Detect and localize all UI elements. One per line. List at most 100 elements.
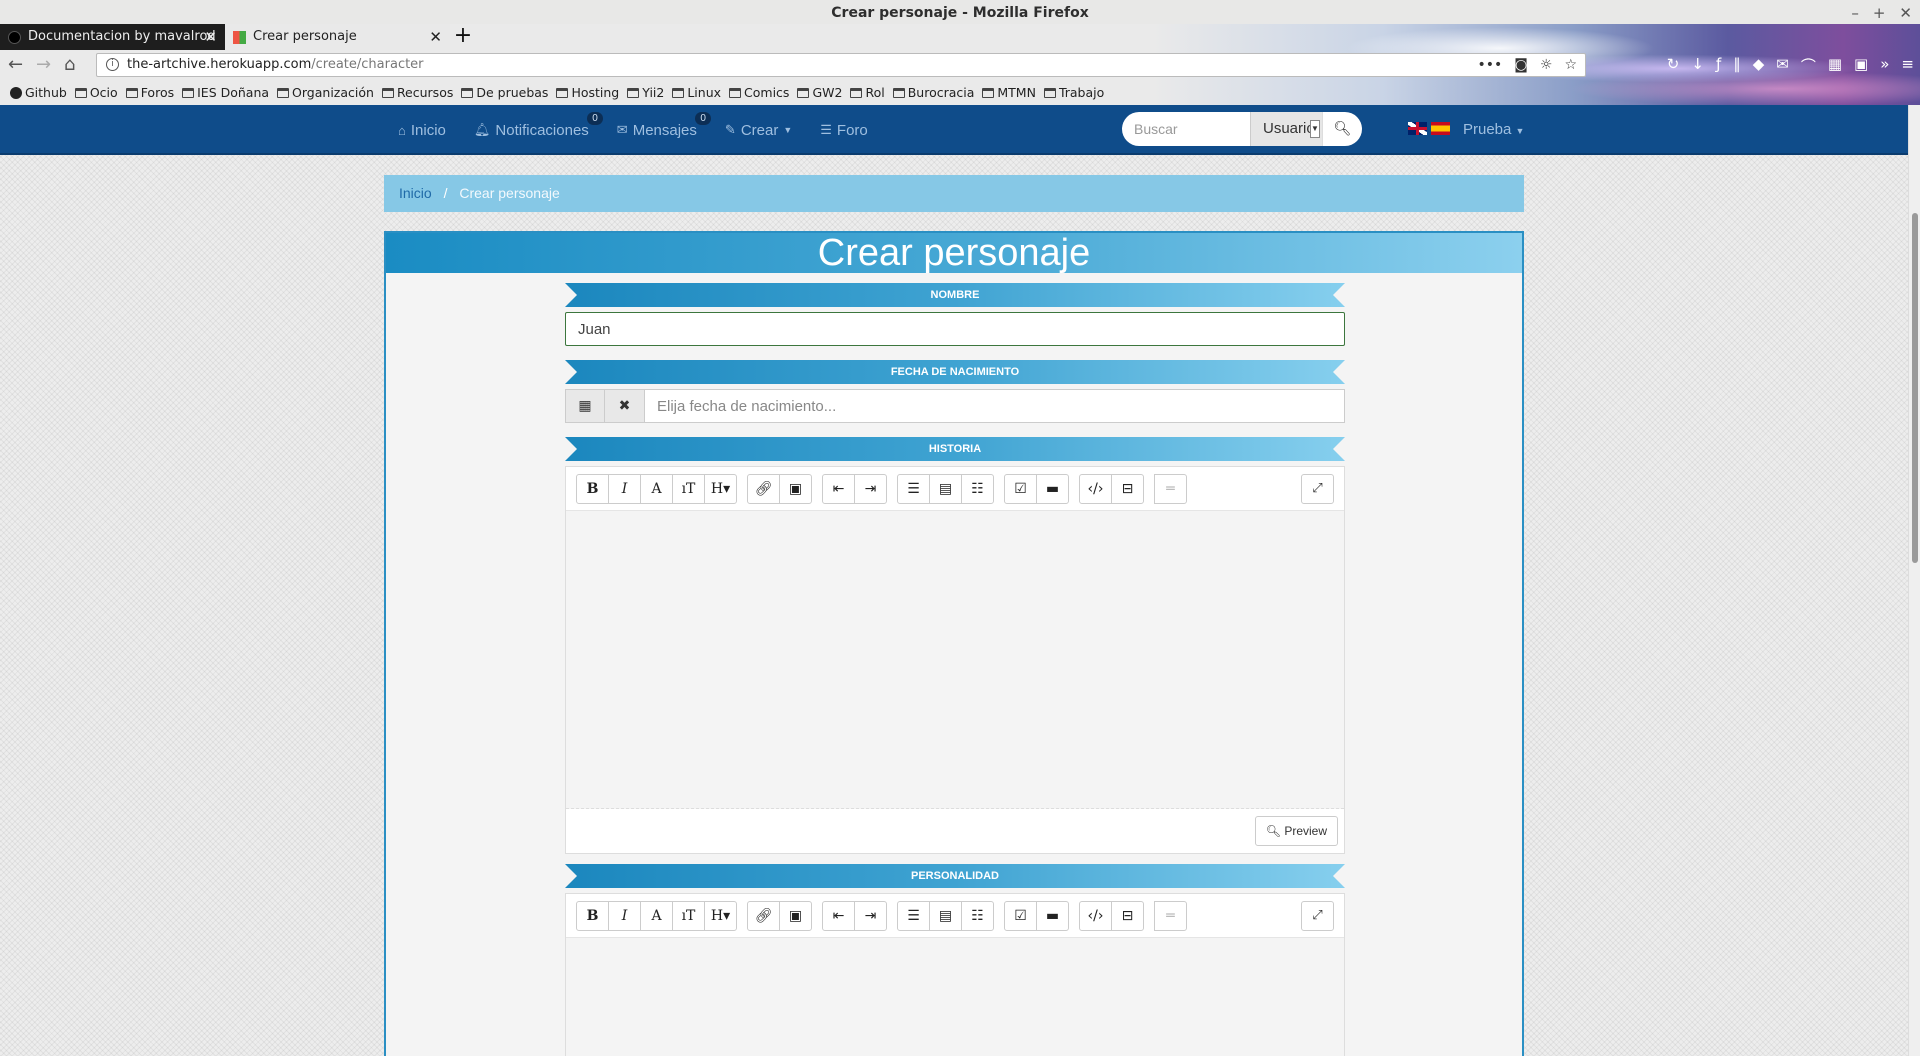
download-icon[interactable]: ↓ bbox=[1691, 55, 1704, 76]
nav-messages[interactable]: ✉ Mensajes 0 bbox=[617, 111, 711, 139]
outdent-icon[interactable]: ⇥ bbox=[854, 901, 887, 931]
back-icon[interactable]: ← bbox=[8, 54, 23, 75]
history-textarea[interactable] bbox=[566, 511, 1344, 809]
tool-icon[interactable]: ƒ bbox=[1716, 55, 1721, 76]
bookmark-item[interactable]: IES Doñana bbox=[182, 85, 269, 100]
font-icon[interactable]: A bbox=[640, 474, 673, 504]
forward-icon[interactable]: → bbox=[36, 54, 51, 75]
hr-icon[interactable]: ═ bbox=[1154, 901, 1187, 931]
checkbox-icon[interactable]: ☑ bbox=[1004, 474, 1037, 504]
clear-date-button[interactable]: ✖ bbox=[605, 389, 645, 423]
image-icon[interactable]: ▣ bbox=[779, 474, 812, 504]
addon-icon[interactable]: ✉ bbox=[1776, 55, 1789, 76]
heading-icon[interactable]: H▾ bbox=[704, 901, 737, 931]
extension-icon[interactable]: ☼ bbox=[1540, 54, 1553, 76]
minimize-icon[interactable]: – bbox=[1851, 0, 1859, 24]
comment-icon[interactable]: ▬ bbox=[1036, 474, 1069, 504]
home-icon[interactable]: ⌂ bbox=[64, 54, 75, 75]
search-scope-select[interactable]: Usuario ▼ bbox=[1250, 112, 1322, 146]
flag-es-icon[interactable] bbox=[1431, 122, 1450, 135]
list-icon[interactable]: ☷ bbox=[961, 901, 994, 931]
italic-icon[interactable]: I bbox=[608, 901, 641, 931]
site-info-icon[interactable]: i bbox=[106, 58, 119, 71]
bookmark-item[interactable]: Rol bbox=[850, 85, 885, 100]
nav-forum[interactable]: ☰ Foro bbox=[820, 122, 868, 139]
numbered-list-icon[interactable]: ▤ bbox=[929, 901, 962, 931]
birthdate-field[interactable] bbox=[645, 389, 1345, 423]
addon4-icon[interactable]: ▣ bbox=[1854, 55, 1868, 76]
url-bar[interactable]: i the-artchive.herokuapp.com/create/char… bbox=[96, 53, 1586, 77]
pocket-icon[interactable]: ◙ bbox=[1514, 54, 1528, 76]
list-icon[interactable]: ☷ bbox=[961, 474, 994, 504]
text-size-icon[interactable]: ıT bbox=[672, 474, 705, 504]
bookmark-item[interactable]: Recursos bbox=[381, 85, 453, 100]
close-tab-icon[interactable]: ✕ bbox=[429, 24, 442, 50]
bold-icon[interactable]: B bbox=[576, 901, 609, 931]
italic-icon[interactable]: I bbox=[608, 474, 641, 504]
outdent-icon[interactable]: ⇥ bbox=[854, 474, 887, 504]
embed-icon[interactable]: ⊟ bbox=[1111, 474, 1144, 504]
close-tab-icon[interactable]: ✕ bbox=[204, 24, 217, 50]
tab-documentacion[interactable]: Documentacion by mavalrod ✕ bbox=[0, 24, 225, 50]
new-tab-button[interactable]: + bbox=[450, 24, 476, 50]
bookmark-item[interactable]: Linux bbox=[672, 85, 721, 100]
hr-icon[interactable]: ═ bbox=[1154, 474, 1187, 504]
search-button[interactable]: 🔍︎ bbox=[1322, 112, 1362, 146]
page-actions-icon[interactable]: ••• bbox=[1478, 54, 1503, 76]
embed-icon[interactable]: ⊟ bbox=[1111, 901, 1144, 931]
bullet-list-icon[interactable]: ☰ bbox=[897, 474, 930, 504]
reload-icon[interactable]: ↻ bbox=[1667, 55, 1680, 76]
scrollbar-thumb[interactable] bbox=[1912, 213, 1918, 563]
bold-icon[interactable]: B bbox=[576, 474, 609, 504]
comment-icon[interactable]: ▬ bbox=[1036, 901, 1069, 931]
fullscreen-icon[interactable]: ⤢ bbox=[1301, 901, 1334, 931]
bookmark-item[interactable]: Comics bbox=[729, 85, 789, 100]
bookmark-item[interactable]: Organización bbox=[277, 85, 374, 100]
bookmark-item[interactable]: Ocio bbox=[74, 85, 118, 100]
menu-icon[interactable]: ≡ bbox=[1901, 55, 1914, 76]
tab-crear-personaje[interactable]: Crear personaje ✕ bbox=[225, 24, 450, 50]
search-input[interactable] bbox=[1122, 112, 1250, 146]
font-icon[interactable]: A bbox=[640, 901, 673, 931]
bookmark-item[interactable]: Github bbox=[10, 85, 67, 100]
personality-textarea[interactable] bbox=[566, 938, 1344, 1056]
bookmark-item[interactable]: Hosting bbox=[556, 85, 619, 100]
nav-notifications[interactable]: 🔔︎ Notificaciones 0 bbox=[474, 111, 603, 139]
bookmark-item[interactable]: MTMN bbox=[982, 85, 1036, 100]
code-icon[interactable]: ‹/› bbox=[1079, 474, 1112, 504]
ublock-icon[interactable]: ◆ bbox=[1753, 55, 1765, 76]
image-icon[interactable]: ▣ bbox=[779, 901, 812, 931]
indent-icon[interactable]: ⇤ bbox=[822, 474, 855, 504]
addon3-icon[interactable]: ▦ bbox=[1828, 55, 1842, 76]
link-icon[interactable]: 🔗︎ bbox=[747, 474, 780, 504]
code-icon[interactable]: ‹/› bbox=[1079, 901, 1112, 931]
bullet-list-icon[interactable]: ☰ bbox=[897, 901, 930, 931]
heading-icon[interactable]: H▾ bbox=[704, 474, 737, 504]
library-icon[interactable]: ∥ bbox=[1733, 55, 1741, 76]
page-scrollbar[interactable] bbox=[1908, 105, 1920, 1056]
bookmark-item[interactable]: Foros bbox=[125, 85, 174, 100]
numbered-list-icon[interactable]: ▤ bbox=[929, 474, 962, 504]
bookmark-item[interactable]: De pruebas bbox=[461, 85, 548, 100]
close-window-icon[interactable]: ✕ bbox=[1899, 0, 1912, 24]
bookmark-item[interactable]: Yii2 bbox=[627, 85, 664, 100]
link-icon[interactable]: 🔗︎ bbox=[747, 901, 780, 931]
flag-uk-icon[interactable] bbox=[1408, 122, 1427, 135]
bookmark-star-icon[interactable]: ☆ bbox=[1564, 54, 1577, 76]
text-size-icon[interactable]: ıT bbox=[672, 901, 705, 931]
preview-button[interactable]: 🔍︎ Preview bbox=[1254, 816, 1338, 846]
bookmark-item[interactable]: GW2 bbox=[797, 85, 842, 100]
user-menu[interactable]: Prueba ▼ bbox=[1463, 105, 1524, 155]
indent-icon[interactable]: ⇤ bbox=[822, 901, 855, 931]
fullscreen-icon[interactable]: ⤢ bbox=[1301, 474, 1334, 504]
nav-create[interactable]: ✎ Crear ▼ bbox=[725, 122, 792, 139]
breadcrumb-home[interactable]: Inicio bbox=[399, 185, 432, 201]
checkbox-icon[interactable]: ☑ bbox=[1004, 901, 1037, 931]
bookmark-item[interactable]: Burocracia bbox=[892, 85, 974, 100]
maximize-icon[interactable]: + bbox=[1873, 0, 1886, 24]
name-field[interactable] bbox=[565, 312, 1345, 346]
nav-home[interactable]: ⌂ Inicio bbox=[398, 122, 446, 139]
overflow-icon[interactable]: » bbox=[1880, 55, 1889, 76]
addon2-icon[interactable]: ⌒ bbox=[1801, 55, 1816, 76]
calendar-button[interactable]: ▦ bbox=[565, 389, 605, 423]
